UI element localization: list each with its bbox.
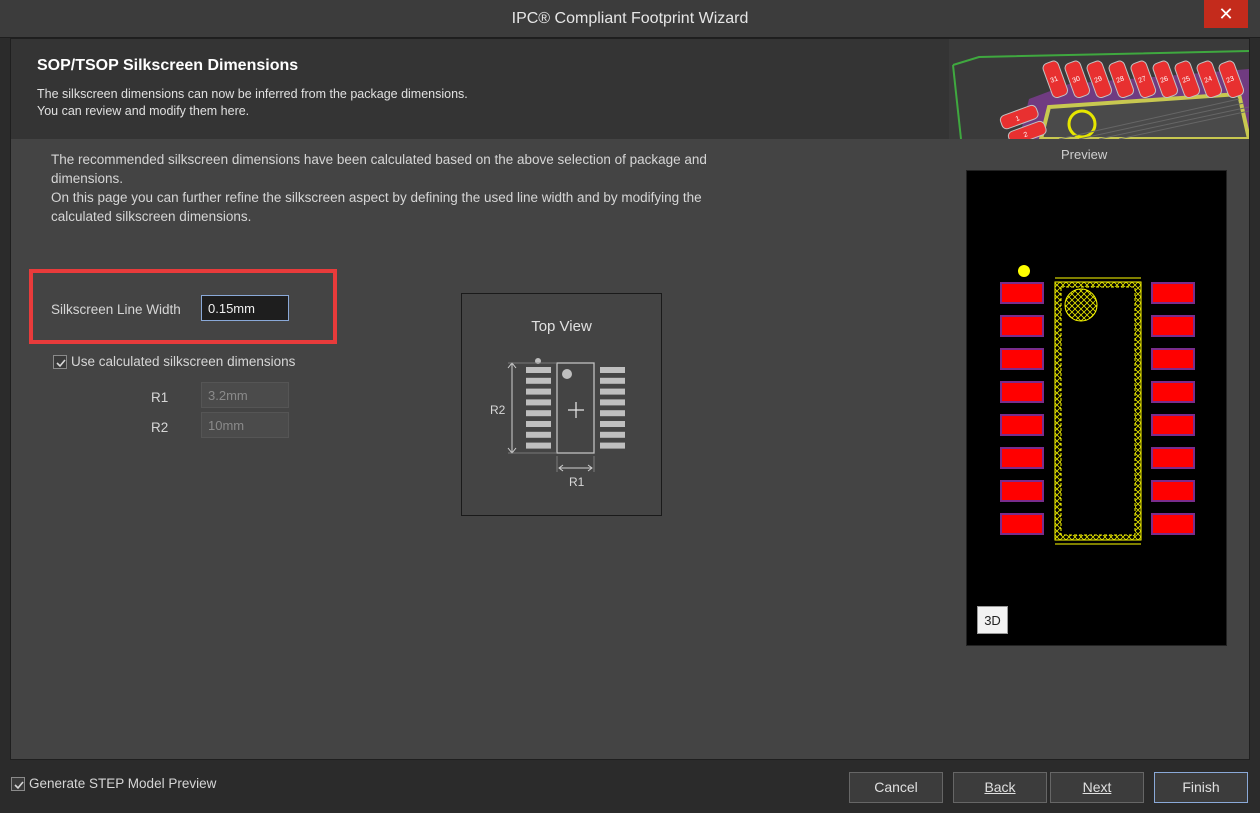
r1-input[interactable]	[201, 382, 289, 408]
line-width-label: Silkscreen Line Width	[51, 302, 181, 317]
preview-pad-left	[1000, 381, 1044, 403]
use-calculated-checkbox[interactable]	[53, 355, 67, 369]
preview-pad-left	[1000, 513, 1044, 535]
top-view-pad-left	[526, 367, 551, 373]
preview-pad-right	[1151, 480, 1195, 502]
generate-step-checkbox[interactable]	[11, 777, 25, 791]
preview-pad-left	[1000, 414, 1044, 436]
top-view-pad-right	[600, 410, 625, 417]
top-view-pad-left	[526, 421, 551, 427]
r1-label: R1	[151, 390, 169, 405]
preview-pad-right	[1151, 414, 1195, 436]
preview-pad-left	[1000, 282, 1044, 304]
preview-pad-left	[1000, 315, 1044, 337]
pin1-marker	[1018, 265, 1030, 277]
generate-step-label: Generate STEP Model Preview	[29, 776, 217, 791]
preview-pad-right	[1151, 282, 1195, 304]
description-line-3: On this page you can further refine the …	[51, 190, 702, 205]
footprint-preview-canvas	[1000, 265, 1195, 545]
wizard-frame: SOP/TSOP Silkscreen Dimensions The silks…	[10, 38, 1250, 760]
line-width-input[interactable]	[201, 295, 289, 321]
top-view-pad-right	[600, 421, 625, 427]
next-button[interactable]: Next	[1050, 772, 1144, 803]
top-view-pad-left	[526, 410, 551, 417]
r2-input[interactable]	[201, 412, 289, 438]
window-titlebar: IPC® Compliant Footprint Wizard ✕	[0, 0, 1260, 38]
top-view-diagram: Top View R2 R1	[461, 293, 662, 516]
top-view-pad-right	[600, 399, 625, 406]
page-title: SOP/TSOP Silkscreen Dimensions	[37, 57, 299, 74]
top-view-r2-label: R2	[490, 403, 506, 417]
top-view-pad-left	[526, 377, 551, 384]
page-header: SOP/TSOP Silkscreen Dimensions The silks…	[11, 39, 1249, 139]
back-button[interactable]: Back	[953, 772, 1047, 803]
preview-pad-left	[1000, 348, 1044, 370]
top-view-pad-right	[600, 442, 625, 449]
top-view-pad-right	[600, 431, 625, 438]
preview-pad-right	[1151, 513, 1195, 535]
check-icon	[14, 781, 24, 790]
top-view-pad-right	[600, 377, 625, 384]
top-view-r1-label: R1	[569, 475, 585, 489]
check-icon	[56, 359, 66, 368]
top-view-drawing: R2 R1	[490, 358, 625, 489]
top-view-pad-left	[526, 442, 551, 449]
description-line-4: calculated silkscreen dimensions.	[51, 209, 252, 224]
header-description-line-1: The silkscreen dimensions can now be inf…	[37, 87, 468, 101]
preview-pad-right	[1151, 348, 1195, 370]
preview-pad-right	[1151, 381, 1195, 403]
preview-label: Preview	[1061, 147, 1108, 162]
close-button[interactable]: ✕	[1204, 0, 1248, 28]
3d-view-button[interactable]: 3D	[977, 606, 1008, 634]
footprint-preview: 3D	[966, 170, 1227, 646]
description-line-1: The recommended silkscreen dimensions ha…	[51, 152, 707, 167]
header-description-line-2: You can review and modify them here.	[37, 104, 250, 118]
r2-label: R2	[151, 420, 169, 435]
top-view-pad-left	[526, 431, 551, 438]
preview-pad-left	[1000, 480, 1044, 502]
close-icon: ✕	[1218, 4, 1234, 24]
use-calculated-label: Use calculated silkscreen dimensions	[71, 354, 296, 369]
header-footprint-illustration: 31 30 29 28 27 26 25 24 2312	[949, 39, 1249, 139]
description-line-2: dimensions.	[51, 171, 124, 186]
preview-pad-right	[1151, 315, 1195, 337]
preview-pad-left	[1000, 447, 1044, 469]
top-view-pad-right	[600, 388, 625, 395]
finish-button[interactable]: Finish	[1154, 772, 1248, 803]
top-view-pad-left	[526, 388, 551, 395]
window-title: IPC® Compliant Footprint Wizard	[511, 10, 749, 27]
cancel-button[interactable]: Cancel	[849, 772, 943, 803]
top-view-pad-right	[600, 367, 625, 373]
top-view-pad-left	[526, 399, 551, 406]
preview-pad-right	[1151, 447, 1195, 469]
